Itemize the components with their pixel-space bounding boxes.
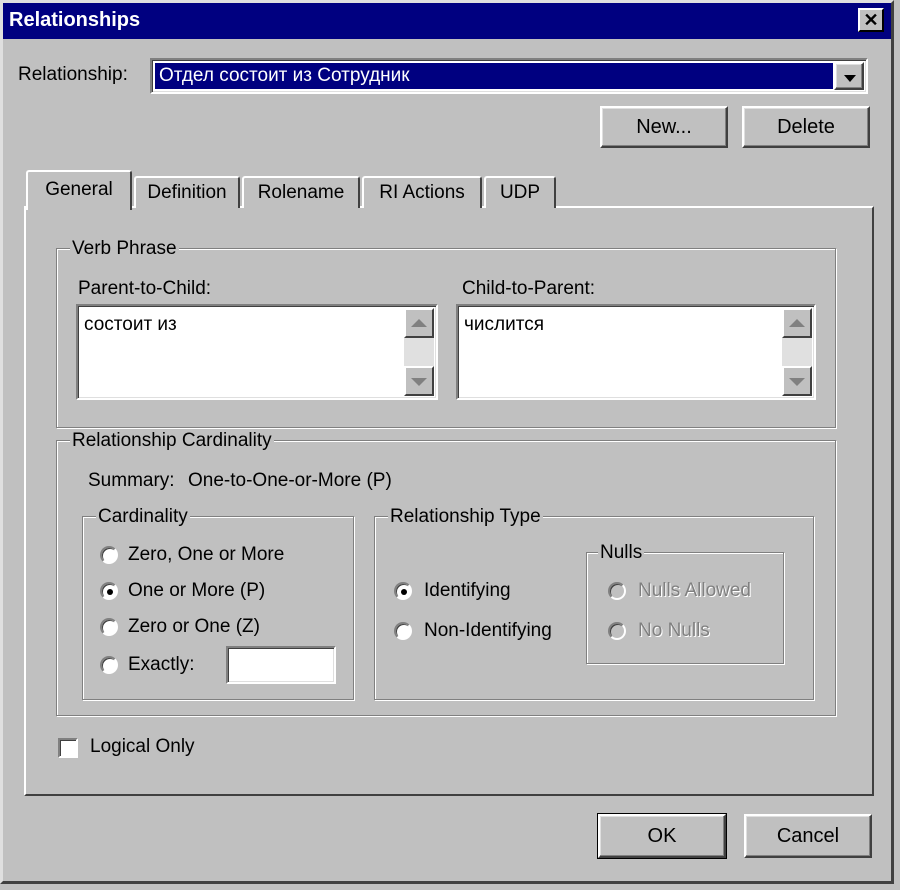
parent-to-child-value: состоит из [84, 314, 177, 335]
relationship-cardinality-legend: Relationship Cardinality [70, 430, 274, 452]
cancel-button[interactable]: Cancel [744, 814, 872, 858]
relationship-label: Relationship: [18, 64, 128, 85]
scroll-down-button[interactable] [404, 366, 434, 396]
cardinality-option-label: One or More (P) [128, 580, 266, 601]
child-to-parent-scrollbar[interactable] [782, 308, 812, 396]
radio-selected-dot [107, 589, 113, 595]
relationship-selected-value: Отдел состоит из Сотрудник [154, 62, 834, 90]
relationship-type-option-label: Identifying [424, 580, 511, 601]
cardinality-radio-exactly[interactable] [100, 656, 118, 674]
relationship-type-legend: Relationship Type [388, 506, 543, 528]
logical-only-checkbox[interactable] [58, 738, 78, 758]
scroll-down-button[interactable] [782, 366, 812, 396]
logical-only-label: Logical Only [90, 736, 195, 757]
delete-button[interactable]: Delete [742, 106, 870, 148]
arrow-down-icon [411, 378, 427, 386]
arrow-down-icon [789, 378, 805, 386]
cardinality-radio-zero-or-one[interactable] [100, 618, 118, 636]
title-bar: Relationships [3, 3, 891, 39]
exactly-input[interactable] [226, 646, 336, 684]
nulls-radio-no-nulls [608, 622, 626, 640]
arrow-up-icon [789, 319, 805, 327]
relationship-type-option-label: Non-Identifying [424, 620, 552, 641]
close-button[interactable]: ✕ [858, 8, 884, 32]
combo-dropdown-button[interactable] [834, 62, 864, 90]
child-to-parent-textarea[interactable]: числится [456, 304, 816, 400]
summary-value: One-to-One-or-More (P) [188, 470, 392, 491]
relationship-type-radio-identifying[interactable] [394, 582, 412, 600]
nulls-legend: Nulls [598, 542, 645, 564]
cardinality-radio-zero-one-more[interactable] [100, 546, 118, 564]
new-button[interactable]: New... [600, 106, 728, 148]
cardinality-option-label: Zero, One or More [128, 544, 285, 565]
parent-to-child-label: Parent-to-Child: [78, 278, 212, 299]
tab-definition[interactable]: Definition [134, 176, 240, 208]
relationship-combobox[interactable]: Отдел состоит из Сотрудник [150, 58, 868, 94]
tab-general[interactable]: General [26, 170, 132, 210]
tab-rolename[interactable]: Rolename [242, 176, 360, 208]
cardinality-legend: Cardinality [96, 506, 190, 528]
relationship-type-radio-non-identifying[interactable] [394, 622, 412, 640]
child-to-parent-value: числится [464, 314, 544, 335]
cardinality-option-label: Exactly: [128, 654, 195, 675]
nulls-option-label: No Nulls [638, 620, 710, 641]
nulls-radio-allowed [608, 582, 626, 600]
dialog-title: Relationships [9, 9, 141, 31]
chevron-down-icon [844, 75, 856, 82]
cardinality-option-label: Zero or One (Z) [128, 616, 260, 637]
nulls-group [586, 552, 784, 664]
child-to-parent-label: Child-to-Parent: [462, 278, 596, 299]
scroll-up-button[interactable] [404, 308, 434, 338]
parent-to-child-textarea[interactable]: состоит из [76, 304, 438, 400]
summary-label: Summary: [88, 470, 175, 491]
nulls-option-label: Nulls Allowed [638, 580, 751, 601]
verb-phrase-legend: Verb Phrase [70, 238, 179, 260]
close-icon: ✕ [863, 10, 879, 30]
tab-udp[interactable]: UDP [484, 176, 556, 208]
tab-ri-actions[interactable]: RI Actions [362, 176, 482, 208]
parent-to-child-scrollbar[interactable] [404, 308, 434, 396]
arrow-up-icon [411, 319, 427, 327]
radio-selected-dot [401, 589, 407, 595]
ok-button[interactable]: OK [597, 813, 727, 859]
cardinality-radio-one-or-more[interactable] [100, 582, 118, 600]
scroll-up-button[interactable] [782, 308, 812, 338]
